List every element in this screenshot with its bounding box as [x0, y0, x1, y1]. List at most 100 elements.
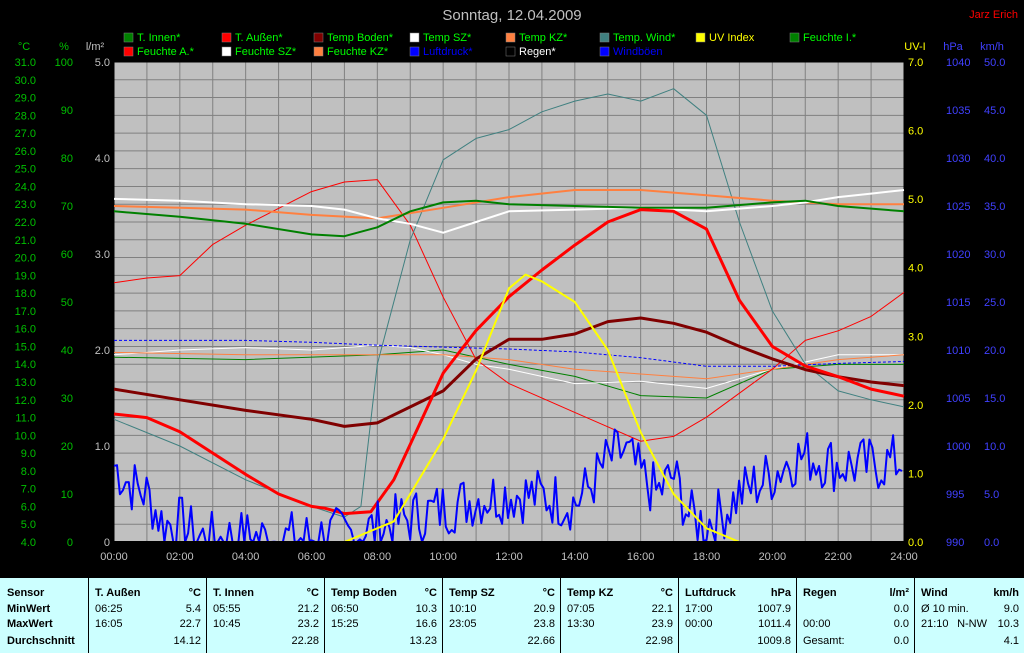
- axis-temp-tick-label: 21.0: [15, 235, 36, 247]
- max-value: 10.3: [997, 618, 1019, 630]
- legend-swatch: [505, 32, 516, 43]
- col-unit: hPa: [770, 587, 791, 599]
- col-unit: l/m²: [889, 587, 909, 599]
- axis-temp-tick-label: 31.0: [15, 57, 36, 69]
- axis-rain-tick-label: 0: [104, 537, 110, 549]
- axis-temp-tick-label: 20.0: [15, 253, 36, 265]
- axis-press-tick-label: 1035: [946, 105, 970, 117]
- axis-hum-tick-label: 20: [61, 441, 73, 453]
- chart-title: Sonntag, 12.04.2009: [442, 7, 581, 24]
- axis-hum-tick-label: 100: [55, 57, 73, 69]
- axis-hum-tick-label: 30: [61, 393, 73, 405]
- legend-label: Temp Boden*: [327, 32, 394, 44]
- legend-swatch: [789, 32, 800, 43]
- table-col: T. Außen °C 06:25 5.4 16:05 22.7 14.12: [88, 578, 206, 653]
- min-value: 9.0: [1003, 603, 1019, 615]
- sensor-row-label: MinWert: [7, 603, 51, 615]
- col-unit: °C: [306, 587, 319, 599]
- x-tick-label: 24:00: [890, 551, 918, 563]
- axis-temp-tick-label: 10.0: [15, 430, 36, 442]
- legend-label: Temp KZ*: [519, 32, 568, 44]
- sensor-header: Sensor: [7, 587, 45, 599]
- axis-wind-tick-label: 5.0: [984, 489, 999, 501]
- min-value: 22.1: [651, 603, 673, 615]
- axis-hum-tick-label: 50: [61, 297, 73, 309]
- x-tick-label: 14:00: [561, 551, 589, 563]
- legend-swatch: [409, 32, 420, 43]
- axis-temp-tick-label: 25.0: [15, 164, 36, 176]
- axis-uv-tick-label: 6.0: [908, 126, 923, 138]
- table-col: Regen l/m² 0.0 00:00 0.0 Gesamt: 0.0: [796, 578, 914, 653]
- legend-swatch: [313, 46, 324, 57]
- legend-label: Feuchte A.*: [137, 46, 195, 58]
- x-tick-label: 04:00: [232, 551, 260, 563]
- legend-swatch: [505, 46, 516, 57]
- min-value: 0.0: [893, 603, 909, 615]
- axis-wind-tick-label: 15.0: [984, 393, 1005, 405]
- axis-wind-tick-label: 30.0: [984, 249, 1005, 261]
- axis-rain-unit: l/m²: [86, 41, 105, 53]
- min-value: 1007.9: [757, 603, 791, 615]
- axis-temp-unit: °C: [18, 41, 30, 53]
- axis-press-tick-label: 1010: [946, 345, 970, 357]
- max-value: 23.8: [533, 618, 555, 630]
- axis-uv-tick-label: 1.0: [908, 468, 923, 480]
- axis-press-tick-label: 1015: [946, 297, 970, 309]
- legend-label: Feuchte SZ*: [235, 46, 297, 58]
- axis-uv-tick-label: 2.0: [908, 400, 923, 412]
- table-col-sensor: Sensor MinWert MaxWert Durchschnitt: [0, 578, 88, 653]
- axis-temp-tick-label: 19.0: [15, 270, 36, 282]
- x-tick-label: 10:00: [429, 551, 457, 563]
- axis-hum-tick-label: 10: [61, 489, 73, 501]
- axis-wind-tick-label: 20.0: [984, 345, 1005, 357]
- axis-uv-unit: UV-I: [904, 41, 925, 53]
- legend-swatch: [221, 32, 232, 43]
- axis-wind-tick-label: 40.0: [984, 153, 1005, 165]
- legend-label: T. Außen*: [235, 32, 283, 44]
- axis-press-tick-label: 1000: [946, 441, 970, 453]
- axis-temp-tick-label: 4.0: [21, 537, 36, 549]
- avg-value: 4.1: [1003, 635, 1019, 647]
- legend-label: Luftdruck*: [423, 46, 473, 58]
- avg-value: 1009.8: [757, 635, 791, 647]
- axis-hum-tick-label: 0: [67, 537, 73, 549]
- axis-uv-tick-label: 3.0: [908, 331, 923, 343]
- axis-press-tick-label: 1025: [946, 201, 970, 213]
- min-value: 20.9: [533, 603, 555, 615]
- legend-swatch: [123, 32, 134, 43]
- min-value: 5.4: [185, 603, 201, 615]
- statistics-table: Sensor MinWert MaxWert Durchschnitt T. Außen…: [0, 578, 1024, 653]
- legend-label: Temp. Wind*: [613, 32, 676, 44]
- axis-rain-tick-label: 5.0: [95, 57, 110, 69]
- axis-temp-tick-label: 6.0: [21, 501, 36, 513]
- max-value: 0.0: [893, 618, 909, 630]
- legend-swatch: [221, 46, 232, 57]
- col-unit: °C: [660, 587, 673, 599]
- x-tick-label: 22:00: [824, 551, 852, 563]
- axis-hum-unit: %: [59, 41, 69, 53]
- col-unit: °C: [188, 587, 201, 599]
- axis-temp-tick-label: 23.0: [15, 199, 36, 211]
- axis-wind-tick-label: 50.0: [984, 57, 1005, 69]
- max-value: 22.7: [179, 618, 201, 630]
- table-col: Temp SZ °C 10:10 20.9 23:05 23.8 22.66: [442, 578, 560, 653]
- axis-temp-tick-label: 16.0: [15, 324, 36, 336]
- table-col: Temp Boden °C 06:50 10.3 15:25 16.6 13.23: [324, 578, 442, 653]
- axis-hum-tick-label: 70: [61, 201, 73, 213]
- x-tick-label: 16:00: [627, 551, 655, 563]
- axis-hum-tick-label: 60: [61, 249, 73, 261]
- axis-wind-tick-label: 35.0: [984, 201, 1005, 213]
- col-unit: °C: [424, 587, 437, 599]
- axis-press-tick-label: 1030: [946, 153, 970, 165]
- axis-uv-tick-label: 0.0: [908, 537, 923, 549]
- legend-swatch: [695, 32, 706, 43]
- max-value: 23.9: [651, 618, 673, 630]
- axis-temp-tick-label: 9.0: [21, 448, 36, 460]
- axis-uv-tick-label: 4.0: [908, 263, 923, 275]
- axis-temp-tick-label: 22.0: [15, 217, 36, 229]
- axis-rain-tick-label: 1.0: [95, 441, 110, 453]
- max-value: 1011.4: [758, 618, 791, 630]
- axis-temp-tick-label: 24.0: [15, 181, 36, 193]
- avg-value: 22.66: [527, 635, 555, 647]
- axis-temp-tick-label: 7.0: [21, 484, 36, 496]
